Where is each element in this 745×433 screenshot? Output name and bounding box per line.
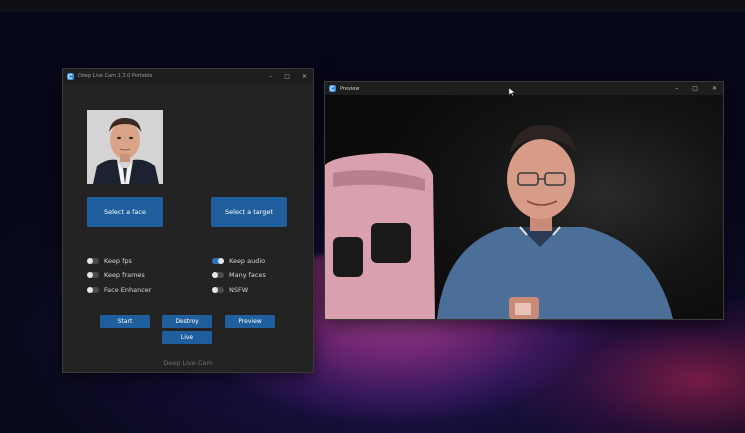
start-button[interactable]: Start [100, 315, 150, 328]
face-portrait-graphic [87, 110, 163, 184]
nsfw-toggle[interactable] [212, 287, 224, 293]
keep-frames-label: Keep frames [104, 271, 145, 279]
many-faces-label: Many faces [229, 271, 266, 279]
option-face-enhancer[interactable]: Face Enhancer [87, 286, 151, 294]
main-window-titlebar[interactable]: Deep Live Cam 1.3.0 Portable – □ ✕ [63, 69, 313, 83]
live-preview-frame [325, 95, 723, 319]
option-keep-fps[interactable]: Keep fps [87, 257, 132, 265]
app-logo-icon [67, 72, 74, 80]
select-target-button[interactable]: Select a target [211, 197, 287, 227]
face-enhancer-label: Face Enhancer [104, 286, 152, 294]
keep-frames-toggle[interactable] [87, 272, 99, 278]
preview-app-logo-icon [329, 85, 336, 92]
webcam-scene-graphic [325, 125, 673, 319]
destroy-button[interactable]: Destroy [162, 315, 212, 328]
preview-maximize-icon[interactable]: □ [692, 85, 698, 92]
source-face-image [87, 110, 163, 184]
option-nsfw[interactable]: NSFW [212, 286, 248, 294]
option-keep-audio[interactable]: Keep audio [212, 257, 265, 265]
keep-audio-label: Keep audio [229, 257, 266, 265]
many-faces-toggle[interactable] [212, 272, 224, 278]
keep-fps-toggle[interactable] [87, 258, 99, 264]
keep-fps-label: Keep fps [104, 257, 132, 265]
mouse-cursor-icon [509, 88, 515, 96]
minimize-icon[interactable]: – [269, 73, 272, 80]
preview-window: Preview – □ ✕ [324, 81, 724, 320]
preview-button[interactable]: Preview [225, 315, 275, 328]
main-app-window: Deep Live Cam 1.3.0 Portable – □ ✕ Selec… [62, 68, 314, 373]
maximize-icon[interactable]: □ [284, 73, 290, 80]
nsfw-label: NSFW [229, 286, 249, 294]
option-many-faces[interactable]: Many faces [212, 271, 266, 279]
close-icon[interactable]: ✕ [302, 73, 307, 80]
option-keep-frames[interactable]: Keep frames [87, 271, 145, 279]
main-window-title: Deep Live Cam 1.3.0 Portable [78, 73, 153, 79]
face-enhancer-toggle[interactable] [87, 287, 99, 293]
preview-window-titlebar[interactable]: Preview – □ ✕ [325, 82, 723, 95]
live-button[interactable]: Live [162, 331, 212, 344]
preview-minimize-icon[interactable]: – [675, 85, 678, 92]
keep-audio-toggle[interactable] [212, 258, 224, 264]
preview-close-icon[interactable]: ✕ [712, 85, 717, 92]
preview-window-title: Preview [340, 85, 360, 92]
app-footer-label: Deep Live Cam [163, 359, 213, 367]
top-taskbar [0, 0, 745, 12]
select-face-button[interactable]: Select a face [87, 197, 163, 227]
